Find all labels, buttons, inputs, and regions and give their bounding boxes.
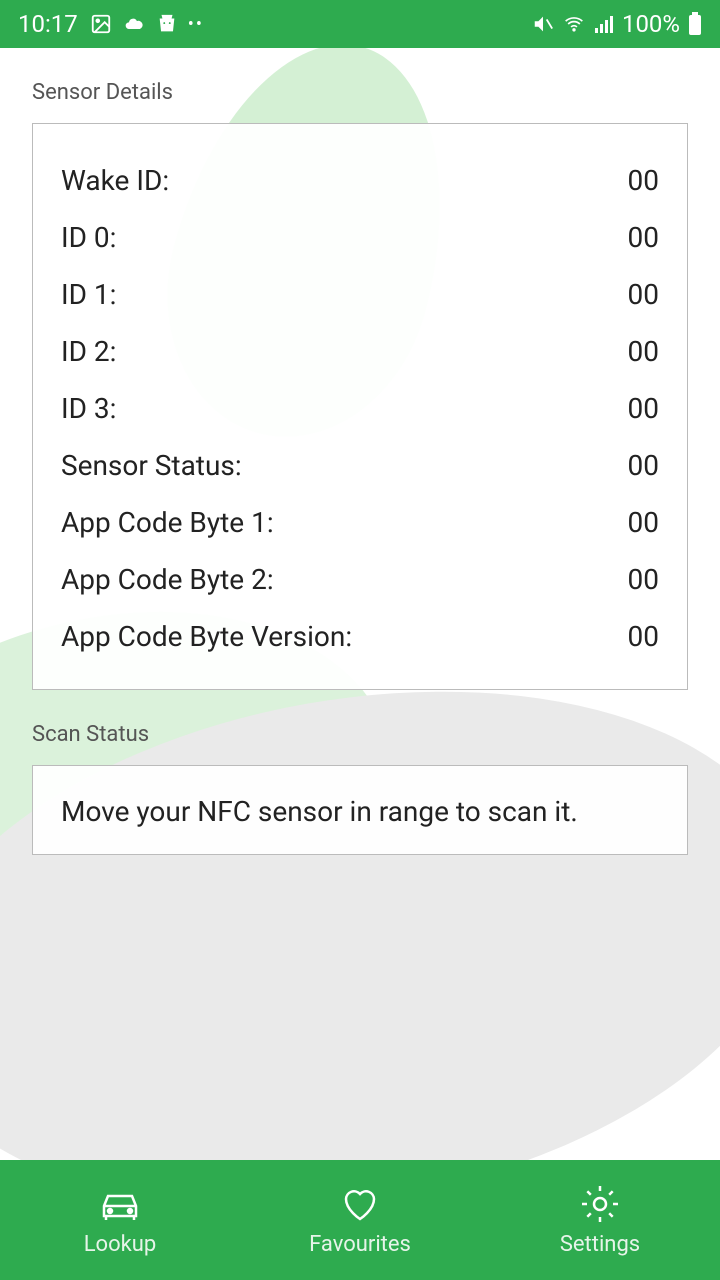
id0-label: ID 0: xyxy=(61,221,116,254)
heart-icon xyxy=(336,1184,384,1224)
byte1-label: App Code Byte 1: xyxy=(61,506,274,539)
sensor-details-card: Wake ID: 00 ID 0: 00 ID 1: 00 ID 2: 00 I… xyxy=(32,123,688,690)
row-version: App Code Byte Version: 00 xyxy=(61,608,659,665)
battery-percent: 100% xyxy=(622,10,680,38)
version-label: App Code Byte Version: xyxy=(61,620,352,653)
row-id1: ID 1: 00 xyxy=(61,266,659,323)
byte2-value: 00 xyxy=(628,563,659,596)
cloud-icon xyxy=(122,14,146,34)
sensor-status-label: Sensor Status: xyxy=(61,449,242,482)
shopping-bag-icon xyxy=(156,13,178,35)
nav-settings-label: Settings xyxy=(560,1232,640,1257)
sensor-status-value: 00 xyxy=(628,449,659,482)
row-byte2: App Code Byte 2: 00 xyxy=(61,551,659,608)
car-icon xyxy=(96,1184,144,1224)
bottom-nav: Lookup Favourites Settings xyxy=(0,1160,720,1280)
id2-value: 00 xyxy=(628,335,659,368)
wifi-icon xyxy=(562,14,586,34)
scan-status-message: Move your NFC sensor in range to scan it… xyxy=(61,794,659,830)
gear-icon xyxy=(576,1184,624,1224)
wake-id-label: Wake ID: xyxy=(61,164,169,197)
status-time: 10:17 xyxy=(18,10,78,38)
battery-icon xyxy=(688,12,702,36)
nav-favourites[interactable]: Favourites xyxy=(240,1160,480,1280)
row-byte1: App Code Byte 1: 00 xyxy=(61,494,659,551)
wake-id-value: 00 xyxy=(628,164,659,197)
row-id2: ID 2: 00 xyxy=(61,323,659,380)
image-icon xyxy=(90,13,112,35)
id0-value: 00 xyxy=(628,221,659,254)
id1-value: 00 xyxy=(628,278,659,311)
nav-settings[interactable]: Settings xyxy=(480,1160,720,1280)
row-wake-id: Wake ID: 00 xyxy=(61,152,659,209)
mute-icon xyxy=(532,13,554,35)
nav-lookup-label: Lookup xyxy=(84,1232,157,1257)
more-icon: •• xyxy=(188,14,204,35)
signal-icon xyxy=(594,14,614,34)
scan-status-card: Move your NFC sensor in range to scan it… xyxy=(32,765,688,855)
version-value: 00 xyxy=(628,620,659,653)
row-id3: ID 3: 00 xyxy=(61,380,659,437)
id3-label: ID 3: xyxy=(61,392,116,425)
id2-label: ID 2: xyxy=(61,335,116,368)
nav-lookup[interactable]: Lookup xyxy=(0,1160,240,1280)
byte2-label: App Code Byte 2: xyxy=(61,563,274,596)
byte1-value: 00 xyxy=(628,506,659,539)
id1-label: ID 1: xyxy=(61,278,116,311)
scan-status-label: Scan Status xyxy=(32,722,688,747)
nav-favourites-label: Favourites xyxy=(309,1232,411,1257)
sensor-details-label: Sensor Details xyxy=(32,80,688,105)
row-sensor-status: Sensor Status: 00 xyxy=(61,437,659,494)
row-id0: ID 0: 00 xyxy=(61,209,659,266)
id3-value: 00 xyxy=(628,392,659,425)
status-bar: 10:17 •• 100% xyxy=(0,0,720,48)
